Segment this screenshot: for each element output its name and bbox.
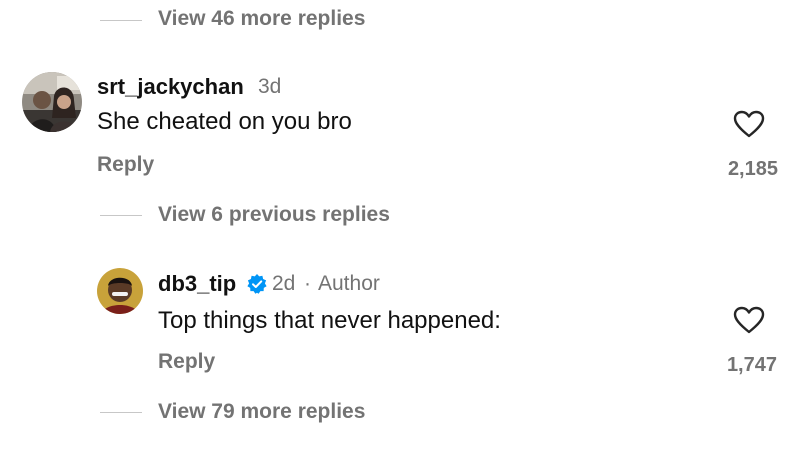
comment-username[interactable]: srt_jackychan [97,74,244,100]
meta-separator: · [304,272,311,295]
thread-divider-line [100,20,142,21]
like-count: 2,185 [727,158,778,180]
view-previous-replies-link[interactable]: View 6 previous replies [158,203,390,227]
reply-button[interactable]: Reply [97,153,154,177]
view-more-replies-link[interactable]: View 46 more replies [158,7,365,31]
like-count: 1,747 [726,354,777,376]
avatar[interactable] [22,72,82,132]
comment-text: She cheated on you bro [97,108,352,135]
heart-outline-icon[interactable] [733,110,765,138]
avatar[interactable] [97,268,143,314]
verified-badge-icon [246,273,268,295]
comment-username[interactable]: db3_tip [158,271,236,297]
heart-outline-icon[interactable] [733,306,765,334]
comment-text: Top things that never happened: [158,307,501,334]
comment-time: 2d [272,272,296,295]
thread-divider-line [100,412,142,413]
reply-button[interactable]: Reply [158,350,215,374]
avatar-photo [22,72,82,132]
author-label: Author [318,272,380,295]
view-more-replies-link[interactable]: View 79 more replies [158,400,365,424]
avatar-photo [97,268,143,314]
comment-time: 3d [258,75,282,98]
thread-divider-line [100,215,142,216]
